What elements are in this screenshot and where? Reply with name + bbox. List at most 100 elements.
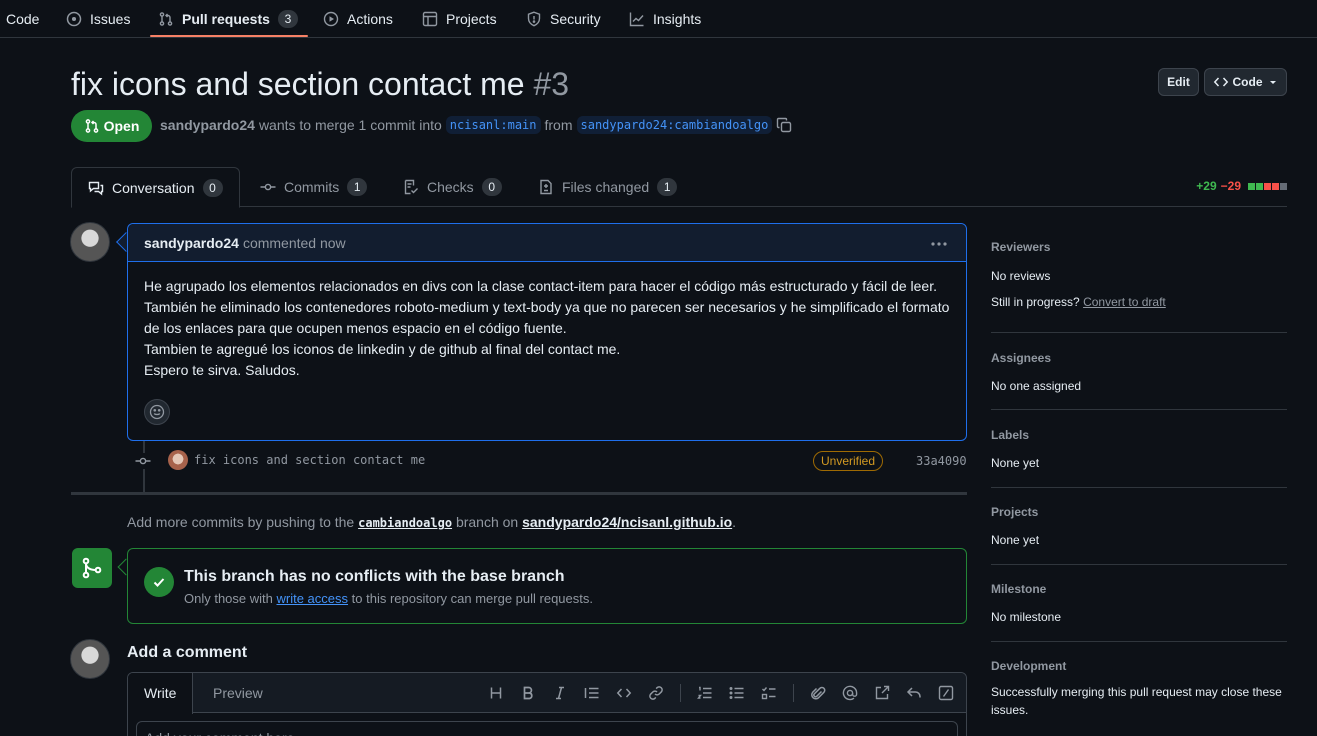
commit-author-avatar[interactable] (168, 450, 188, 470)
nav-actions[interactable]: Actions (323, 0, 393, 38)
sidebar-milestone-heading[interactable]: Milestone (991, 582, 1287, 596)
tab-checks-label: Checks (427, 179, 474, 195)
link-icon[interactable] (648, 685, 664, 701)
heading-icon[interactable] (488, 685, 504, 701)
push-hint-suffix: . (732, 514, 737, 530)
smiley-icon (149, 404, 165, 420)
quote-icon[interactable] (584, 685, 600, 701)
nav-projects[interactable]: Projects (422, 0, 497, 38)
deletions-count: −29 (1220, 179, 1241, 193)
bold-icon[interactable] (520, 685, 536, 701)
unverified-badge[interactable]: Unverified (813, 451, 884, 471)
code-icon[interactable] (616, 685, 632, 701)
nav-projects-label: Projects (446, 11, 497, 27)
code-dropdown-button[interactable]: Code (1204, 68, 1287, 96)
merge-sub-prefix: Only those with (184, 591, 273, 606)
copy-icon[interactable] (776, 117, 792, 133)
base-branch[interactable]: ncisanl:main (445, 116, 541, 134)
merge-status-title: This branch has no conflicts with the ba… (184, 568, 565, 585)
pr-author-link[interactable]: sandypardo24 (160, 117, 255, 133)
edit-button[interactable]: Edit (1158, 68, 1199, 96)
edit-button-label: Edit (1167, 75, 1190, 89)
nav-insights[interactable]: Insights (629, 0, 701, 38)
sidebar-development-heading[interactable]: Development (991, 659, 1287, 673)
italic-icon[interactable] (552, 685, 568, 701)
sidebar-reviewers-value: No reviews (991, 269, 1051, 283)
add-reaction-button[interactable] (144, 399, 170, 425)
file-diff-icon (540, 179, 552, 195)
cross-reference-icon[interactable] (874, 685, 890, 701)
sidebar-labels-heading[interactable]: Labels (991, 428, 1287, 442)
code-icon (1213, 77, 1228, 87)
sidebar-divider (991, 641, 1287, 642)
sidebar-projects: Projects None yet (991, 505, 1287, 549)
nav-security[interactable]: Security (526, 0, 601, 38)
comment-author[interactable]: sandypardo24 (144, 235, 239, 251)
nav-issues[interactable]: Issues (66, 0, 130, 38)
comment-header: sandypardo24 commented now (128, 224, 966, 262)
sidebar-labels-value: None yet (991, 456, 1040, 470)
tab-checks[interactable]: Checks 0 (387, 167, 518, 207)
tab-write[interactable]: Write (128, 673, 194, 714)
push-hint-middle: branch on (455, 514, 519, 530)
diffstat-box-add (1248, 182, 1255, 190)
git-merge-icon (82, 557, 102, 579)
pr-number: #3 (533, 66, 570, 102)
tab-commits[interactable]: Commits 1 (244, 167, 383, 207)
timeline-commit-row: fix icons and section contact me Unverif… (127, 449, 967, 473)
pull-requests-counter: 3 (277, 10, 298, 28)
list-ordered-icon[interactable] (697, 685, 713, 701)
sidebar-development: Development Successfully merging this pu… (991, 659, 1287, 719)
pr-description-comment: sandypardo24 commented now He agrupado l… (127, 223, 967, 441)
merge-status-box: This branch has no conflicts with the ba… (127, 548, 967, 624)
reply-icon[interactable] (906, 685, 922, 701)
tab-commits-counter: 1 (347, 178, 368, 196)
list-unordered-icon[interactable] (729, 685, 745, 701)
merge-sub-suffix: to this repository can merge pull reques… (351, 591, 593, 606)
push-hint-repo-link[interactable]: sandypardo24/ncisanl.github.io (522, 514, 732, 530)
nav-pull-requests-label: Pull requests (182, 11, 270, 27)
tab-commits-label: Commits (284, 179, 340, 195)
convert-to-draft-link[interactable]: Convert to draft (1083, 295, 1166, 309)
diffstat: +29 −29 (1196, 179, 1287, 193)
tasklist-icon[interactable] (761, 685, 777, 701)
head-branch[interactable]: sandypardo24:cambiandoalgo (576, 116, 773, 134)
nav-code[interactable]: Code (6, 0, 39, 38)
nav-pull-requests[interactable]: Pull requests 3 (158, 0, 298, 38)
push-hint-branch[interactable]: cambiandoalgo (358, 516, 452, 530)
sidebar-projects-heading[interactable]: Projects (991, 505, 1287, 519)
slash-command-icon[interactable] (938, 685, 954, 701)
sidebar-milestone-value: No milestone (991, 610, 1062, 624)
pr-state-badge: Open (71, 110, 152, 142)
paperclip-icon[interactable] (810, 685, 826, 701)
pr-title-text: fix icons and section contact me (71, 66, 525, 102)
tab-files-changed[interactable]: Files changed 1 (522, 167, 693, 207)
avatar[interactable] (70, 639, 110, 679)
tab-preview[interactable]: Preview (197, 673, 279, 713)
git-commit-icon (135, 453, 151, 469)
graph-icon (629, 12, 644, 27)
comment-discussion-icon (88, 181, 104, 195)
write-access-link[interactable]: write access (277, 591, 349, 606)
sidebar-divider (991, 409, 1287, 410)
commit-sha-link[interactable]: 33a4090 (916, 454, 967, 468)
kebab-horizontal-icon[interactable] (930, 236, 948, 252)
sidebar-assignees-heading[interactable]: Assignees (991, 351, 1287, 365)
avatar[interactable] (70, 222, 110, 262)
merge-status-subtitle: Only those with write access to this rep… (184, 591, 593, 606)
sidebar-reviewers: Reviewers No reviews Still in progress? … (991, 240, 1287, 311)
pr-merge-text: wants to merge 1 commit into (258, 117, 442, 133)
mention-icon[interactable] (842, 685, 858, 701)
sidebar-development-value: Successfully merging this pull request m… (991, 685, 1282, 717)
pr-state-label: Open (103, 118, 140, 134)
tab-conversation-label: Conversation (112, 179, 195, 196)
toolbar-divider (680, 684, 681, 702)
commit-message-link[interactable]: fix icons and section contact me (194, 453, 425, 467)
table-icon (422, 11, 438, 27)
in-progress-text: Still in progress? (991, 295, 1080, 309)
sidebar-divider (991, 564, 1287, 565)
sidebar-reviewers-heading[interactable]: Reviewers (991, 240, 1287, 254)
comment-editor: Write Preview Add your comment here... (127, 672, 967, 736)
comment-textarea[interactable]: Add your comment here... (136, 721, 958, 736)
tab-conversation[interactable]: Conversation 0 (71, 167, 240, 208)
